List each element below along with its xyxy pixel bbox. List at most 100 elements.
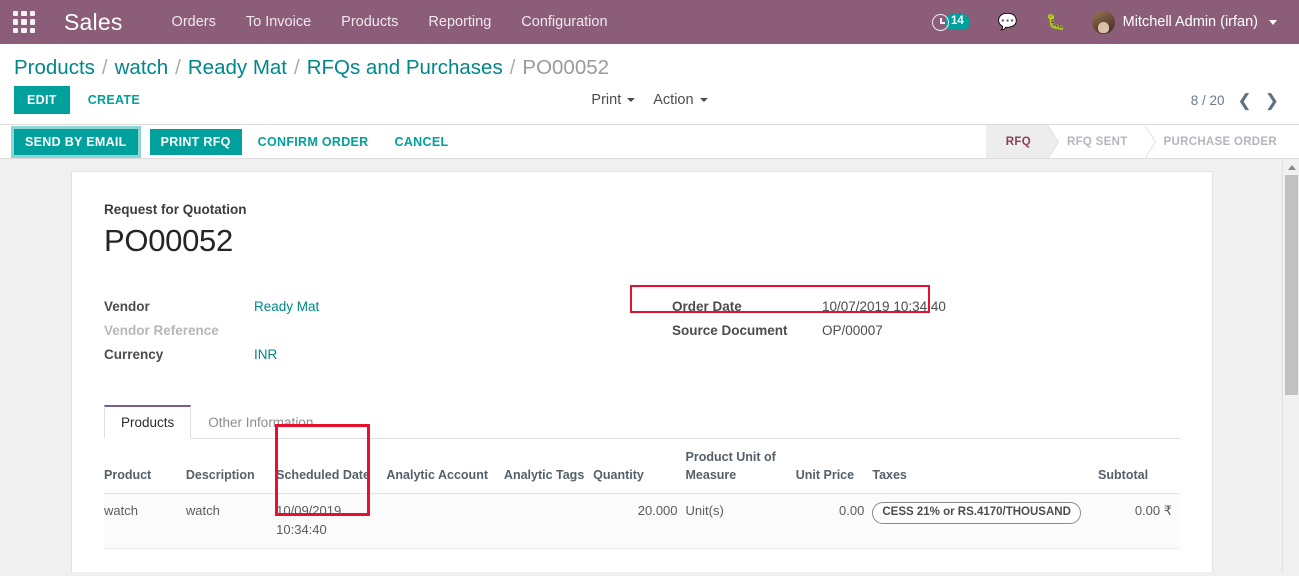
app-brand-sales[interactable]: Sales [48, 0, 157, 44]
stage-label: RFQ [1005, 135, 1031, 148]
user-avatar [1091, 10, 1115, 34]
column-header-subtotal[interactable]: Subtotal [1098, 439, 1180, 495]
scroll-up-arrow-icon[interactable] [1283, 159, 1299, 175]
field-value-source-document[interactable]: OP/00007 [822, 323, 883, 338]
sheet-wrapper: Request for Quotation PO00052 Vendor Rea… [0, 159, 1299, 572]
chat-bubble-icon[interactable]: 💬 [984, 12, 1032, 32]
form-sheet: Request for Quotation PO00052 Vendor Rea… [71, 171, 1213, 572]
sheet-inner: Request for Quotation PO00052 Vendor Rea… [72, 202, 1212, 439]
chevron-right-icon[interactable]: ❯ [1265, 92, 1279, 109]
print-rfq-button[interactable]: PRINT RFQ [149, 128, 242, 155]
column-header-quantity[interactable]: Quantity [593, 439, 686, 495]
action-dropdown[interactable]: Action [653, 92, 708, 108]
menu-item-products[interactable]: Products [326, 0, 413, 44]
breadcrumb-item-current: PO00052 [522, 56, 610, 79]
create-button[interactable]: CREATE [78, 86, 150, 114]
form-subtitle: Request for Quotation [104, 202, 247, 217]
form-statusbar-row: SEND BY EMAIL PRINT RFQ CONFIRM ORDER CA… [0, 125, 1299, 159]
stage-arrow [1046, 125, 1058, 159]
clock-icon [931, 13, 949, 31]
menu-item-orders[interactable]: Orders [157, 0, 231, 44]
column-header-analytic-tags[interactable]: Analytic Tags [503, 439, 594, 495]
chevron-left-icon[interactable]: ❮ [1238, 92, 1252, 109]
chevron-down-icon [699, 98, 708, 102]
stage-rfq[interactable]: RFQ [985, 125, 1059, 159]
cell-taxes[interactable]: CESS 21% or RS.4170/THOUSAND [872, 493, 1099, 549]
chevron-down-icon [627, 98, 636, 102]
field-order-date: Order Date 10/07/2019 10:34:40 [652, 297, 1180, 321]
cell-empty[interactable] [104, 548, 1180, 572]
field-value-order-date[interactable]: 10/07/2019 10:34:40 [822, 299, 946, 314]
chevron-down-icon [1269, 19, 1277, 25]
bug-icon[interactable]: 🐛 [1032, 12, 1080, 32]
vertical-scrollbar[interactable] [1282, 159, 1299, 572]
field-currency: Currency INR [104, 345, 642, 369]
confirm-order-button[interactable]: CONFIRM ORDER [248, 129, 379, 155]
column-header-description[interactable]: Description [185, 439, 277, 495]
cell-analytic-tags[interactable] [503, 493, 594, 549]
column-header-unit-price[interactable]: Unit Price [795, 439, 873, 495]
menu-item-to-invoice[interactable]: To Invoice [231, 0, 326, 44]
cancel-button[interactable]: CANCEL [385, 129, 459, 155]
cell-product-uom[interactable]: Unit(s) [685, 493, 796, 549]
cell-scheduled-date[interactable]: 10/09/2019 10:34:40 [276, 493, 387, 549]
breadcrumb-separator: / [294, 56, 300, 79]
stage-purchase-order[interactable]: PURCHASE ORDER [1143, 125, 1299, 158]
form-action-buttons: SEND BY EMAIL PRINT RFQ CONFIRM ORDER CA… [0, 125, 458, 158]
edit-button[interactable]: EDIT [14, 86, 70, 114]
print-dropdown-label: Print [591, 92, 622, 108]
cell-analytic-account[interactable] [386, 493, 504, 549]
tab-products[interactable]: Products [104, 405, 192, 439]
user-menu[interactable]: Mitchell Admin (irfan) [1080, 10, 1283, 34]
send-by-email-button[interactable]: SEND BY EMAIL [11, 125, 141, 158]
main-menu: Orders To Invoice Products Reporting Con… [157, 0, 623, 44]
stage-statusbar: RFQ RFQ SENT PURCHASE ORDER [985, 125, 1299, 159]
breadcrumb-separator: / [509, 56, 516, 79]
field-vendor-reference: Vendor Reference [104, 321, 642, 345]
pager-counter[interactable]: 8 / 20 [1191, 93, 1225, 108]
table-row-empty[interactable] [104, 548, 1180, 572]
cell-subtotal[interactable]: 0.00 ₹ [1098, 493, 1180, 549]
form-column-right: Order Date 10/07/2019 10:34:40 Source Do… [642, 297, 1180, 369]
navbar-systray: 14 💬 🐛 Mitchell Admin (irfan) [922, 10, 1287, 34]
tab-other-information[interactable]: Other Information [191, 405, 330, 439]
form-column-left: Vendor Ready Mat Vendor Reference Curren… [104, 297, 642, 369]
record-pager: 8 / 20 ❮ ❯ [1191, 92, 1285, 109]
field-value-vendor[interactable]: Ready Mat [254, 299, 319, 314]
cell-product[interactable]: watch [104, 493, 186, 549]
cell-unit-price[interactable]: 0.00 [795, 493, 873, 549]
control-panel: Products / watch / Ready Mat / RFQs and … [0, 44, 1299, 125]
column-header-scheduled-date[interactable]: Scheduled Date [276, 439, 387, 495]
print-dropdown[interactable]: Print [591, 92, 636, 108]
field-label: Vendor Reference [104, 323, 219, 338]
menu-item-configuration[interactable]: Configuration [506, 0, 622, 44]
column-header-analytic-account[interactable]: Analytic Account [386, 439, 504, 495]
cell-description[interactable]: watch [185, 493, 277, 549]
field-label: Currency [104, 347, 164, 362]
control-panel-dropdowns: Print Action [591, 92, 708, 108]
breadcrumb-item-ready-mat[interactable]: Ready Mat [188, 56, 287, 80]
user-name-label: Mitchell Admin (irfan) [1122, 14, 1258, 30]
column-header-taxes[interactable]: Taxes [872, 439, 1099, 495]
menu-item-reporting[interactable]: Reporting [413, 0, 506, 44]
cell-quantity[interactable]: 20.000 [593, 493, 686, 549]
column-header-product[interactable]: Product [104, 439, 186, 495]
field-value-currency[interactable]: INR [254, 347, 277, 362]
tax-badge: CESS 21% or RS.4170/THOUSAND [872, 502, 1081, 524]
vertical-scroll-thumb[interactable] [1285, 175, 1298, 395]
breadcrumb-item-products[interactable]: Products [14, 56, 95, 80]
stage-rfq-sent[interactable]: RFQ SENT [1046, 125, 1156, 159]
form-field-columns: Vendor Ready Mat Vendor Reference Curren… [104, 297, 1180, 369]
apps-menu-toggle[interactable] [0, 0, 48, 44]
breadcrumb-item-rfqs-and-purchases[interactable]: RFQs and Purchases [307, 56, 503, 80]
page-title: PO00052 [104, 223, 233, 258]
table-row[interactable]: watch watch 10/09/2019 10:34:40 20.000 U… [104, 493, 1180, 549]
table-header-row: Product Description Scheduled Date Analy… [104, 439, 1180, 495]
column-header-product-uom[interactable]: Product Unit of Measure [685, 439, 796, 495]
breadcrumb-item-watch[interactable]: watch [115, 56, 169, 80]
top-navbar: Sales Orders To Invoice Products Reporti… [0, 0, 1299, 44]
stage-arrow [1143, 125, 1155, 159]
stage-label: RFQ SENT [1066, 135, 1128, 148]
order-lines-table: Product Description Scheduled Date Analy… [104, 439, 1180, 572]
activity-menu[interactable]: 14 [922, 13, 984, 31]
